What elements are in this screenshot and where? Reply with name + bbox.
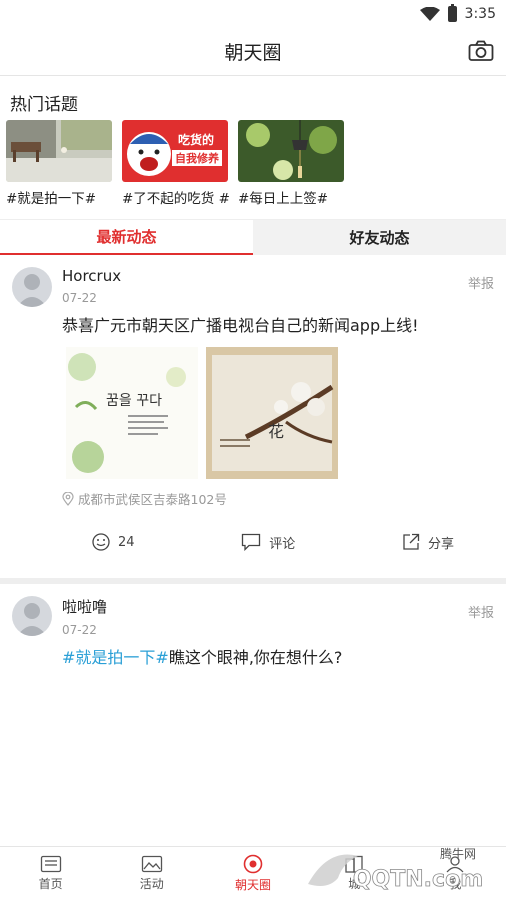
post-content: 恭喜广元市朝天区广播电视台自己的新闻app上线! [62, 316, 419, 335]
post-date: 07-22 [62, 291, 97, 305]
post-content: #就是拍一下#瞧这个眼神,你在想什么? [62, 647, 494, 669]
post-images: 꿈을 꾸다 花 [66, 347, 494, 479]
post-image[interactable]: 花 [206, 347, 338, 479]
feed-post: Horcrux 07-22 举报 恭喜广元市朝天区广播电视台自己的新闻app上线… [0, 255, 506, 568]
topic-image-text-1: 吃货的 [178, 132, 214, 147]
topic-image: 吃货的 自我修养 [122, 120, 228, 182]
topic-image-text-2: 自我修养 [175, 151, 220, 165]
watermark-line1: 腾牛网 [440, 846, 476, 861]
default-avatar-icon [17, 603, 47, 636]
like-count: 24 [118, 534, 135, 550]
status-bar: 3:35 [0, 0, 506, 28]
location-text: 成都市武侯区吉泰路102号 [78, 492, 227, 507]
comment-button[interactable]: 评论 [241, 533, 295, 552]
hot-topics-title: 热门话题 [10, 95, 78, 115]
post-image[interactable]: 꿈을 꾸다 [66, 347, 198, 479]
share-button[interactable]: 分享 [402, 533, 454, 552]
topic-card-foodie[interactable]: 吃货的 自我修养 #了不起的吃货 # [122, 120, 230, 207]
svg-text:꿈을 꾸다: 꿈을 꾸다 [106, 393, 162, 409]
watermark-logo: 腾牛网 QQTN.com [308, 846, 484, 892]
comment-label: 评论 [269, 536, 296, 552]
wifi-icon [419, 7, 440, 21]
topic-image [6, 120, 112, 182]
default-avatar-icon [17, 274, 47, 307]
nav-label: 活动 [139, 877, 164, 891]
svg-text:花: 花 [268, 422, 284, 441]
avatar[interactable] [12, 596, 52, 636]
post-username[interactable]: 啦啦噜 [62, 596, 494, 617]
avatar[interactable] [12, 267, 52, 307]
app-header: 朝天圈 [0, 28, 506, 76]
report-button[interactable]: 举报 [468, 273, 494, 292]
topic-card-photo[interactable]: #就是拍一下# [6, 120, 112, 207]
nav-label: 朝天圈 [235, 878, 272, 892]
topic-card-daily[interactable]: #每日上上签# [238, 120, 344, 207]
nav-label: 首页 [38, 877, 63, 891]
tab-friends[interactable]: 好友动态 [253, 220, 506, 255]
comment-icon [242, 533, 261, 551]
status-time: 3:35 [464, 6, 496, 22]
post-hashtag[interactable]: #就是拍一下# [62, 648, 169, 667]
camera-icon[interactable] [468, 40, 494, 62]
topic-label: #了不起的吃货 # [122, 191, 230, 207]
location-pin-icon [62, 491, 74, 506]
nav-home[interactable]: 首页 [0, 847, 101, 900]
hot-topics-list: #就是拍一下# 吃货的 自我修养 #了不起的吃货 # #每日上上签# [0, 120, 506, 207]
post-actions: 24 评论 分享 [12, 516, 494, 568]
nav-activity[interactable]: 活动 [101, 847, 202, 900]
post-username[interactable]: Horcrux [62, 267, 494, 285]
smile-icon [92, 533, 110, 551]
post-date: 07-22 [62, 623, 97, 637]
page-title: 朝天圈 [224, 42, 282, 64]
home-icon [40, 855, 61, 873]
share-icon [403, 533, 420, 550]
circle-icon [243, 854, 263, 874]
report-button[interactable]: 举报 [468, 602, 494, 621]
like-button[interactable]: 24 [92, 533, 135, 551]
topic-image [238, 120, 344, 182]
feed-tabs: 最新动态 好友动态 [0, 219, 506, 255]
topic-label: #每日上上签# [238, 191, 329, 207]
battery-icon [447, 4, 457, 22]
image-icon [141, 855, 162, 873]
watermark-line2: QQTN.com [353, 867, 483, 892]
post-text: 瞧这个眼神,你在想什么? [168, 648, 343, 667]
topic-label: #就是拍一下# [6, 191, 97, 207]
nav-circle[interactable]: 朝天圈 [202, 847, 303, 900]
tab-latest[interactable]: 最新动态 [0, 220, 253, 255]
share-label: 分享 [427, 536, 454, 552]
post-location: 成都市武侯区吉泰路102号 [62, 489, 494, 508]
